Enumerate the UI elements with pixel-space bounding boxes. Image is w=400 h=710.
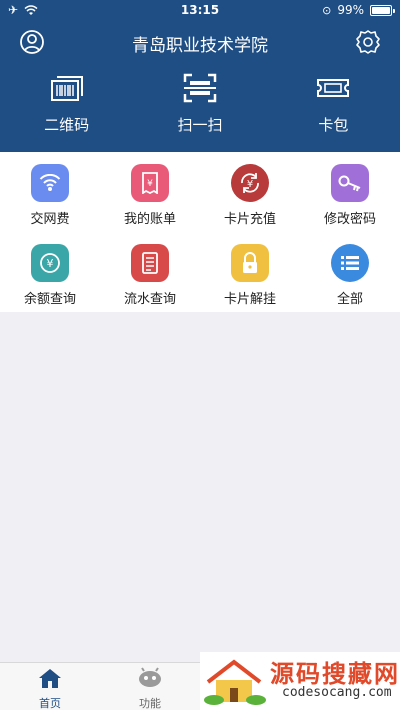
scan-icon bbox=[183, 73, 217, 103]
battery-icon bbox=[370, 4, 395, 16]
gear-icon[interactable] bbox=[354, 28, 382, 56]
grid-item-transaction-query[interactable]: 流水查询 bbox=[100, 232, 200, 312]
qr-code-icon bbox=[50, 76, 83, 101]
battery-percent: 99% bbox=[337, 3, 364, 17]
grid-item-all[interactable]: 全部 bbox=[300, 232, 400, 312]
grid-item-label: 卡片充值 bbox=[223, 212, 276, 227]
grid-item-label: 全部 bbox=[336, 292, 363, 307]
grid-item-label: 卡片解挂 bbox=[223, 292, 276, 307]
card-wallet-button[interactable]: 卡包 bbox=[267, 72, 400, 144]
svg-text:¥: ¥ bbox=[47, 257, 54, 270]
wifi-icon bbox=[31, 164, 69, 202]
grid-item-label: 余额查询 bbox=[23, 292, 76, 307]
grid-item-card-recharge[interactable]: ¥ 卡片充值 bbox=[200, 152, 300, 232]
qr-code-label: 二维码 bbox=[44, 116, 90, 134]
grid-item-balance-query[interactable]: ¥ 余额查询 bbox=[0, 232, 100, 312]
key-icon bbox=[331, 164, 369, 202]
transactions-icon bbox=[131, 244, 169, 282]
grid-item-card-unlock[interactable]: 卡片解挂 bbox=[200, 232, 300, 312]
orientation-lock-icon: ⊙ bbox=[322, 3, 332, 17]
balance-icon: ¥ bbox=[31, 244, 69, 282]
grid-item-my-bill[interactable]: ¥ 我的账单 bbox=[100, 152, 200, 232]
status-bar: ✈ 13:15 ⊙ 99% bbox=[0, 0, 400, 22]
tab-functions[interactable]: 功能 bbox=[120, 667, 180, 710]
svg-text:¥: ¥ bbox=[247, 179, 253, 190]
robot-icon bbox=[139, 667, 161, 687]
house-logo-icon bbox=[204, 659, 266, 705]
card-wallet-label: 卡包 bbox=[318, 116, 349, 134]
bill-icon: ¥ bbox=[131, 164, 169, 202]
watermark: 源码搜藏网 codesocang.com bbox=[200, 652, 400, 710]
app-header: ✈ 13:15 ⊙ 99% 青岛职业技术学院 二维码 扫一扫 卡包 bbox=[0, 0, 400, 152]
grid-item-change-password[interactable]: 修改密码 bbox=[300, 152, 400, 232]
grid-item-label: 流水查询 bbox=[123, 292, 176, 307]
tab-label: 功能 bbox=[139, 697, 161, 710]
grid-item-label: 交网费 bbox=[30, 212, 70, 227]
watermark-url: codesocang.com bbox=[282, 685, 392, 700]
recharge-icon: ¥ bbox=[231, 164, 269, 202]
lock-icon bbox=[231, 244, 269, 282]
scan-label: 扫一扫 bbox=[177, 116, 223, 134]
page-title: 青岛职业技术学院 bbox=[132, 36, 268, 56]
scan-button[interactable]: 扫一扫 bbox=[133, 72, 266, 144]
tab-label: 首页 bbox=[39, 697, 61, 710]
qr-code-button[interactable]: 二维码 bbox=[0, 72, 133, 144]
svg-text:¥: ¥ bbox=[147, 179, 153, 189]
grid-item-network-fee[interactable]: 交网费 bbox=[0, 152, 100, 232]
grid-item-label: 修改密码 bbox=[323, 212, 376, 227]
watermark-title: 源码搜藏网 bbox=[270, 660, 400, 688]
all-icon bbox=[331, 244, 369, 282]
tab-home[interactable]: 首页 bbox=[20, 667, 80, 710]
home-icon bbox=[39, 669, 61, 688]
grid-item-label: 我的账单 bbox=[123, 212, 176, 227]
card-wallet-icon bbox=[317, 79, 350, 97]
function-grid: 交网费 ¥ 我的账单 ¥ 卡片充值 修改密码 ¥ 余额查询 流水查询 卡片解挂 … bbox=[0, 152, 400, 312]
